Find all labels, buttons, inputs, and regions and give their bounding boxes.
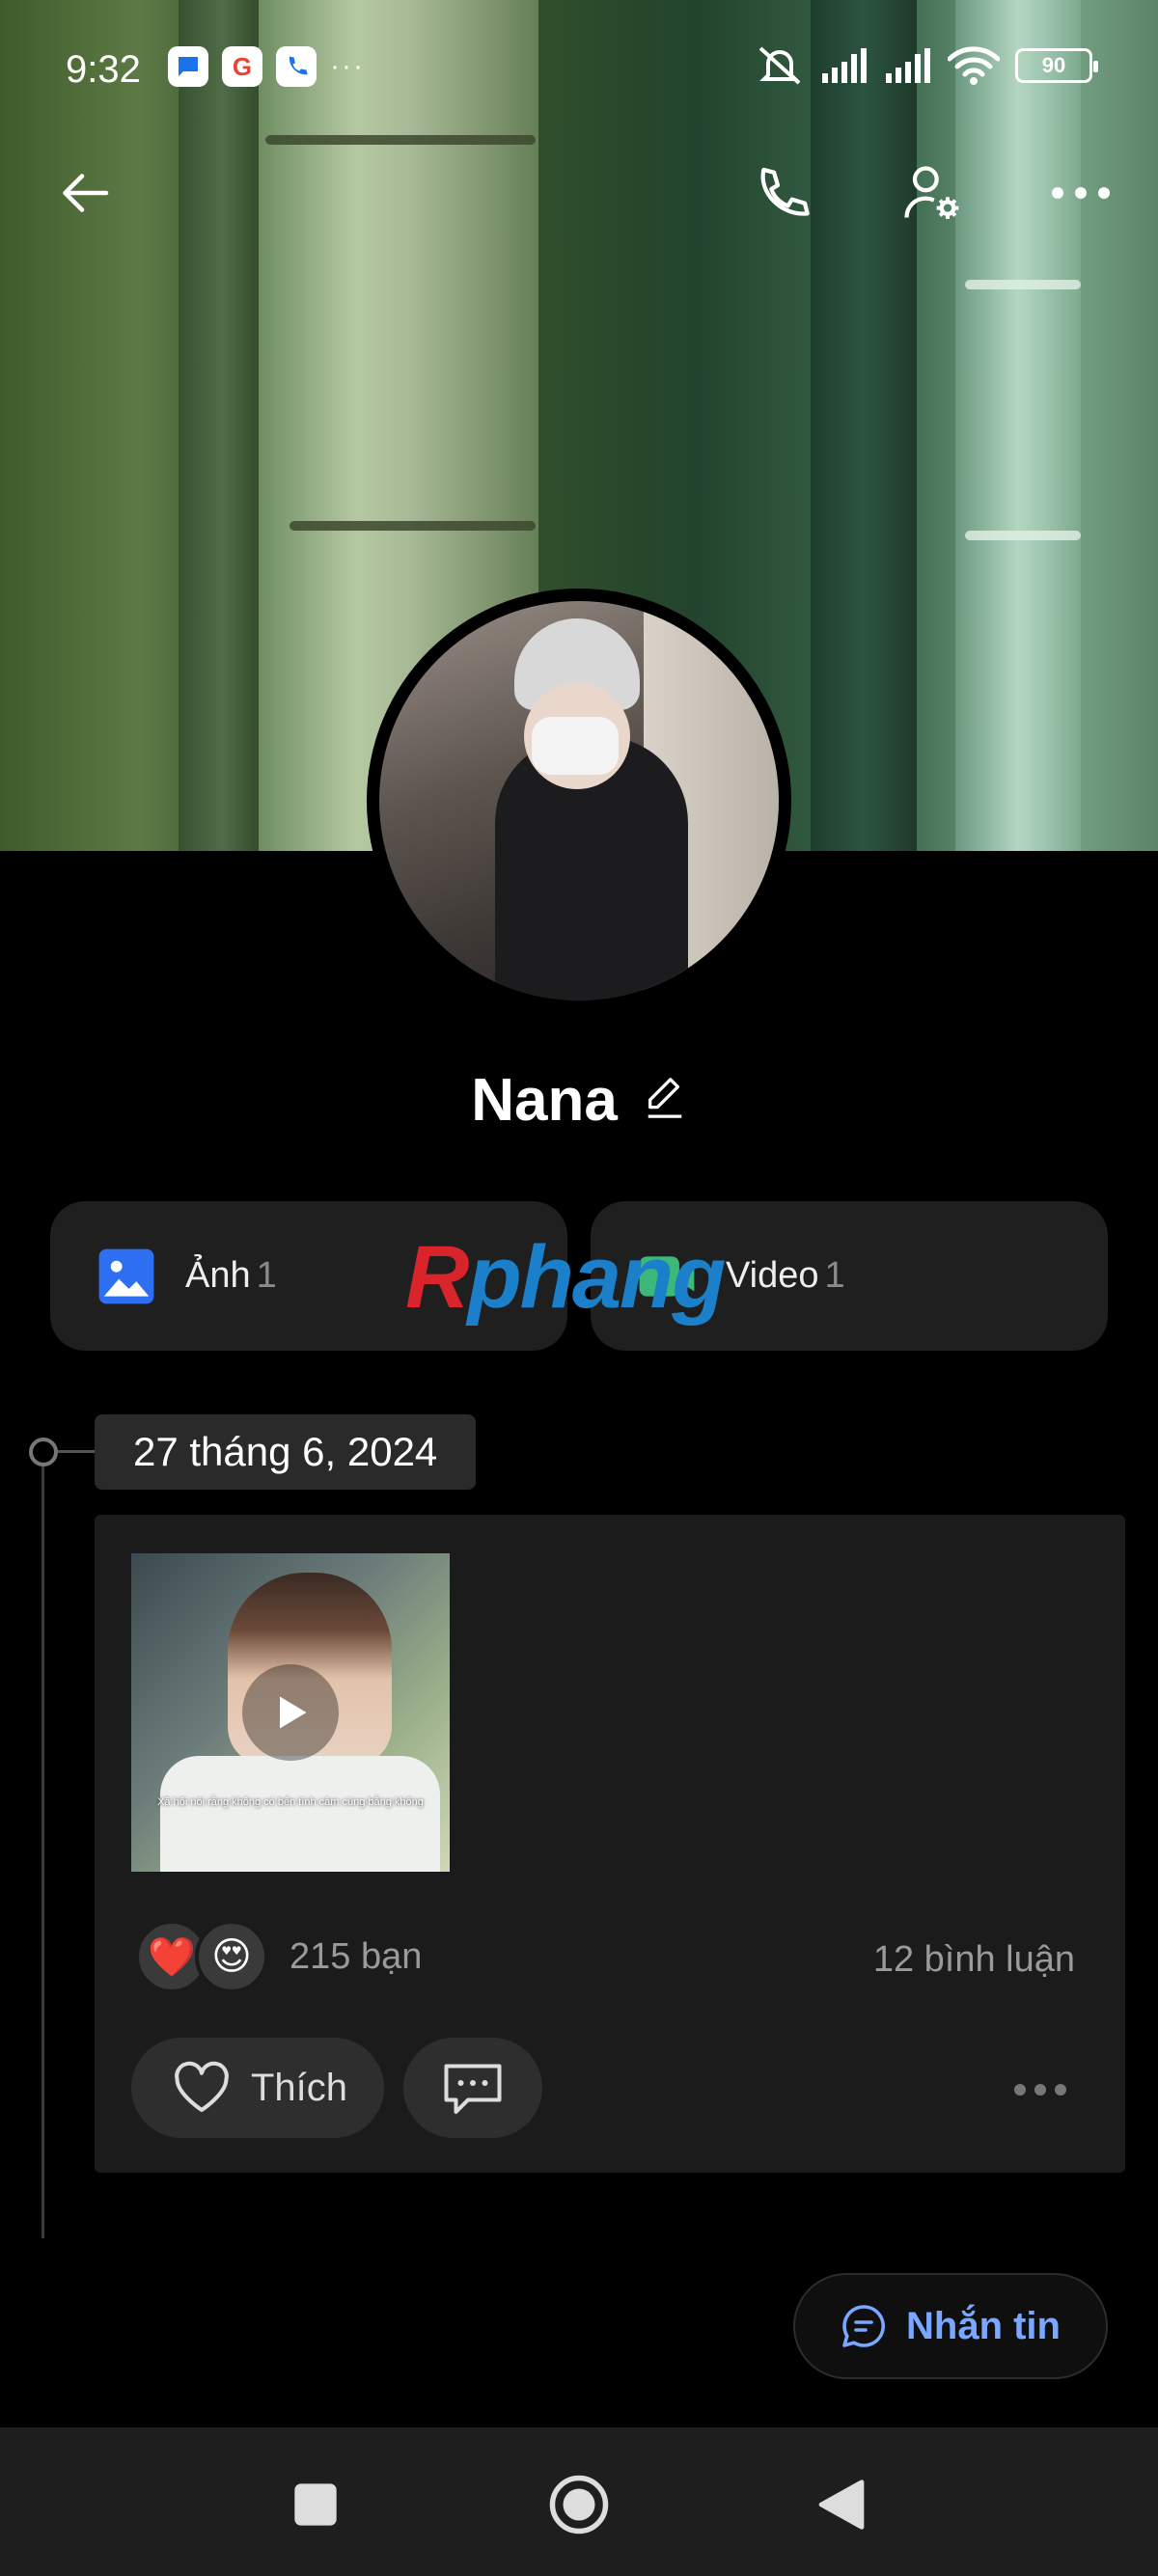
message-button[interactable]: Nhắn tin xyxy=(793,2273,1108,2379)
videos-tab-label: Video xyxy=(726,1255,819,1296)
timeline-connector xyxy=(58,1450,96,1453)
status-bar: 9:32 G ··· 90 xyxy=(0,39,1158,106)
cover-bamboo-stalk xyxy=(811,0,917,851)
user-settings-icon xyxy=(904,166,959,219)
avatar-face-mask xyxy=(532,717,619,775)
like-button[interactable]: Thích xyxy=(131,2038,384,2138)
messages-icon xyxy=(168,46,208,87)
status-time: 9:32 xyxy=(66,48,141,91)
recents-button[interactable] xyxy=(277,2466,354,2543)
timeline-date: 27 tháng 6, 2024 xyxy=(95,1414,477,1490)
heart-eyes-reaction-icon: 😍 xyxy=(195,1920,268,1993)
profile-name: Nana xyxy=(471,1066,618,1134)
post-more-button[interactable] xyxy=(1013,2063,1067,2106)
cover-bamboo-node xyxy=(265,135,536,145)
watermark-logo: Rphang xyxy=(405,1228,726,1327)
back-arrow-icon xyxy=(63,174,109,212)
home-button[interactable] xyxy=(540,2466,618,2543)
system-navigation-bar xyxy=(0,2427,1158,2576)
timeline-post: Xã hội nói rằng không có bến tình cảm cù… xyxy=(95,1515,1125,2173)
chat-bubble-icon xyxy=(842,2305,885,2347)
phone-app-icon xyxy=(276,46,317,87)
comment-icon xyxy=(444,2064,502,2114)
signal-icon xyxy=(822,48,867,83)
more-options-button[interactable] xyxy=(1042,154,1119,232)
back-button[interactable] xyxy=(48,154,125,232)
signal-icon xyxy=(886,48,930,83)
play-icon xyxy=(280,1696,307,1729)
profile-name-row: Nana xyxy=(0,1061,1158,1138)
like-button-label: Thích xyxy=(251,2066,348,2109)
cover-bamboo-node xyxy=(290,521,536,531)
cover-bamboo-stalk xyxy=(955,0,1081,851)
notification-icons: G ··· xyxy=(168,46,365,87)
video-thumbnail[interactable]: Xã hội nói rằng không có bến tình cảm cù… xyxy=(131,1553,450,1872)
heart-icon xyxy=(175,2061,229,2112)
profile-settings-button[interactable] xyxy=(893,154,970,232)
avatar[interactable] xyxy=(379,601,779,1000)
photos-tab-label: Ảnh xyxy=(185,1255,251,1296)
play-button[interactable] xyxy=(242,1664,339,1761)
square-icon xyxy=(294,2483,337,2526)
reaction-count: 215 bạn xyxy=(290,1935,423,1977)
phone-icon xyxy=(760,167,810,216)
call-button[interactable] xyxy=(743,154,820,232)
comment-count[interactable]: 12 bình luận xyxy=(873,1939,1075,1981)
timeline-line xyxy=(41,1466,44,2238)
google-icon: G xyxy=(222,46,262,87)
more-horizontal-icon xyxy=(1052,187,1110,199)
pencil-icon xyxy=(648,1077,682,1118)
system-icons: 90 xyxy=(755,44,1098,87)
image-icon xyxy=(98,1248,154,1303)
cover-bamboo-node xyxy=(965,280,1081,289)
comment-button[interactable] xyxy=(403,2038,542,2138)
profile-top-bar xyxy=(0,145,1158,241)
thumbnail-shirt xyxy=(160,1756,440,1872)
status-overflow: ··· xyxy=(330,50,365,82)
edit-name-button[interactable] xyxy=(643,1074,687,1127)
message-button-label: Nhắn tin xyxy=(906,2304,1061,2347)
wifi-icon xyxy=(948,46,1000,85)
video-caption: Xã hội nói rằng không có bến tình cảm cù… xyxy=(157,1796,424,1808)
videos-tab-count: 1 xyxy=(824,1255,845,1296)
back-triangle-icon xyxy=(818,2480,865,2530)
cover-bamboo-stalk xyxy=(179,0,265,851)
reactions-summary[interactable]: ❤️ 😍 215 bạn xyxy=(135,1920,422,1993)
more-horizontal-icon xyxy=(1014,2084,1066,2096)
mute-icon xyxy=(758,46,801,85)
timeline-dot xyxy=(29,1438,58,1466)
battery-icon: 90 xyxy=(1015,48,1098,83)
photos-tab-count: 1 xyxy=(256,1255,277,1296)
back-nav-button[interactable] xyxy=(803,2466,880,2543)
cover-bamboo-node xyxy=(965,531,1081,540)
home-circle-icon xyxy=(549,2475,609,2535)
